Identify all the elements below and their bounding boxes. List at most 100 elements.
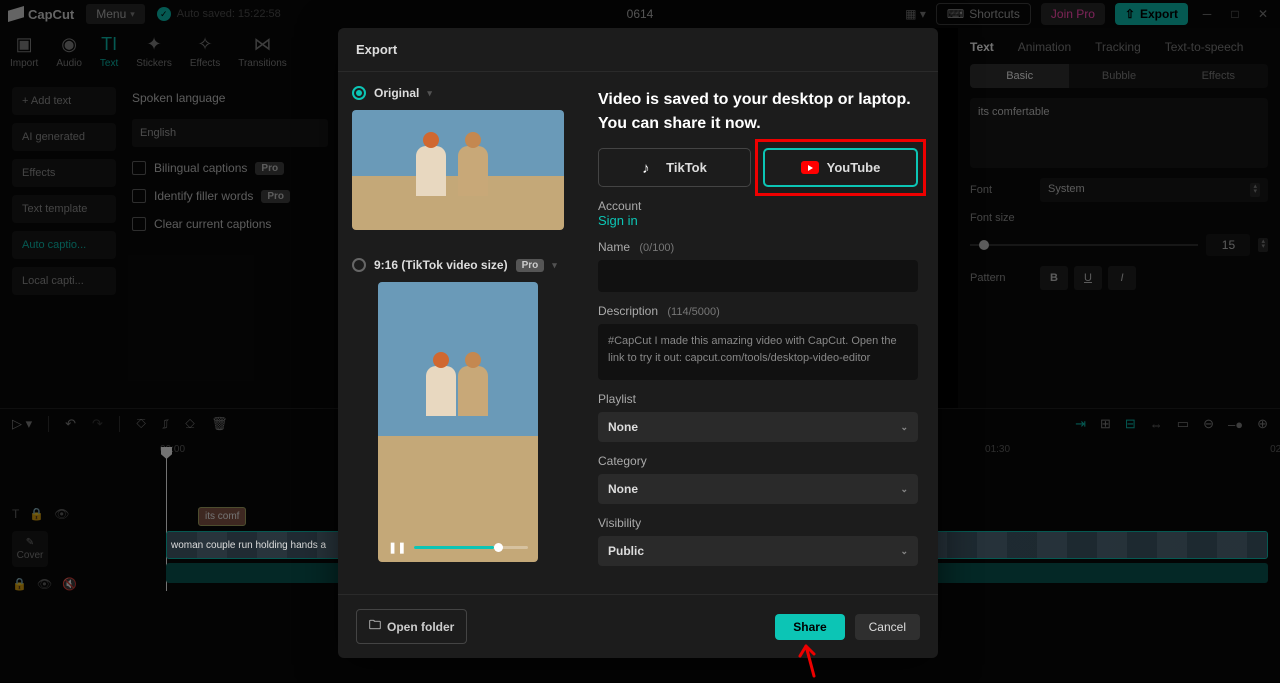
- split-left-button[interactable]: ⎎: [162, 416, 169, 432]
- fontsize-slider[interactable]: [970, 244, 1198, 246]
- export-button[interactable]: ⇧ Export: [1115, 3, 1188, 25]
- minimize-button[interactable]: ─: [1198, 5, 1216, 23]
- fontsize-input[interactable]: 15: [1206, 234, 1250, 256]
- text-icon: TI: [101, 34, 117, 55]
- inspector-panel: Text Animation Tracking Text-to-speech B…: [958, 28, 1280, 408]
- account-label: Account: [598, 199, 918, 213]
- tl-tool-4[interactable]: ⇔: [1150, 417, 1163, 432]
- tiktok-size-option[interactable]: 9:16 (TikTok video size) Pro ▾: [352, 258, 564, 272]
- playlist-select[interactable]: None⌄: [598, 412, 918, 442]
- menu-auto-captions[interactable]: Auto captio...: [12, 231, 116, 259]
- account-section: Account Sign in: [598, 199, 918, 228]
- tab-animation[interactable]: Animation: [1018, 40, 1071, 54]
- subtab-basic[interactable]: Basic: [970, 64, 1069, 88]
- original-option[interactable]: Original ▾: [352, 86, 564, 100]
- tl-tool-1[interactable]: ⇥: [1075, 416, 1086, 432]
- text-content-input[interactable]: its comfertable: [970, 98, 1268, 168]
- tiktok-thumbnail[interactable]: ❚❚: [378, 282, 538, 562]
- category-select[interactable]: None⌄: [598, 474, 918, 504]
- eye-icon[interactable]: 👁: [54, 507, 69, 521]
- filler-checkbox[interactable]: Identify filler words Pro: [132, 189, 328, 203]
- redo-button[interactable]: ↷: [92, 416, 103, 432]
- category-section: Category None⌄: [598, 454, 918, 504]
- italic-button[interactable]: I: [1108, 266, 1136, 290]
- cover-button[interactable]: ✎ Cover: [12, 531, 48, 567]
- pattern-row: Pattern B U I: [970, 266, 1268, 290]
- shortcuts-button[interactable]: ⌨ Shortcuts: [936, 3, 1031, 25]
- menu-ai-generated[interactable]: AI generated: [12, 123, 116, 151]
- close-button[interactable]: ✕: [1254, 5, 1272, 23]
- menu-button[interactable]: Menu ▾: [86, 4, 145, 24]
- chevron-down-icon: ▾: [130, 9, 135, 20]
- chevron-updown-icon[interactable]: ▴▾: [1258, 238, 1268, 252]
- modal-footer: 🗀 Open folder Share Cancel: [338, 594, 938, 658]
- bilingual-checkbox[interactable]: Bilingual captions Pro: [132, 161, 328, 175]
- font-select[interactable]: System▴▾: [1040, 178, 1268, 202]
- text-clip[interactable]: its comf: [198, 507, 246, 526]
- tab-audio[interactable]: ◉Audio: [56, 34, 82, 69]
- text-menu-list: + Add text AI generated Effects Text tem…: [8, 83, 120, 299]
- tiktok-button[interactable]: TikTok: [598, 148, 751, 187]
- youtube-icon: [801, 161, 819, 174]
- signin-link[interactable]: Sign in: [598, 213, 918, 228]
- tab-text[interactable]: TIText: [100, 34, 118, 69]
- modal-title: Export: [338, 28, 938, 72]
- app-name: CapCut: [28, 7, 74, 22]
- chevron-down-icon: ⌄: [900, 484, 908, 495]
- menu-add-text[interactable]: + Add text: [12, 87, 116, 115]
- tab-tts[interactable]: Text-to-speech: [1165, 40, 1244, 54]
- tab-effects[interactable]: ✧Effects: [190, 34, 220, 69]
- zoom-slider[interactable]: –●: [1228, 417, 1243, 432]
- eye-icon[interactable]: 👁: [37, 577, 52, 591]
- delete-button[interactable]: 🗑: [211, 416, 228, 432]
- desc-input[interactable]: #CapCut I made this amazing video with C…: [598, 324, 918, 380]
- underline-button[interactable]: U: [1074, 266, 1102, 290]
- menu-local-captions[interactable]: Local capti...: [12, 267, 116, 295]
- lock-icon[interactable]: 🔒: [29, 507, 44, 521]
- join-pro-button[interactable]: Join Pro: [1041, 3, 1105, 25]
- bold-button[interactable]: B: [1040, 266, 1068, 290]
- zoom-out-button[interactable]: ⊖: [1203, 416, 1214, 432]
- subtab-bubble[interactable]: Bubble: [1069, 64, 1168, 88]
- tab-text[interactable]: Text: [970, 40, 994, 54]
- pro-badge: Pro: [261, 190, 290, 203]
- original-thumbnail[interactable]: [352, 110, 564, 230]
- split-right-button[interactable]: ⎐: [185, 416, 195, 432]
- check-icon: ✓: [157, 7, 171, 21]
- cancel-button[interactable]: Cancel: [855, 614, 920, 640]
- menu-text-template[interactable]: Text template: [12, 195, 116, 223]
- open-folder-button[interactable]: 🗀 Open folder: [356, 609, 467, 644]
- undo-button[interactable]: ↶: [65, 416, 76, 432]
- pause-icon[interactable]: ❚❚: [388, 541, 406, 554]
- slider-thumb[interactable]: [979, 240, 989, 250]
- zoom-in-button[interactable]: ⊕: [1257, 416, 1268, 432]
- tab-stickers[interactable]: ✦Stickers: [136, 34, 172, 69]
- clear-checkbox[interactable]: Clear current captions: [132, 217, 328, 231]
- share-button[interactable]: Share: [775, 614, 844, 640]
- tab-transitions[interactable]: ⋈Transitions: [238, 34, 287, 69]
- tl-tool-5[interactable]: ▭: [1177, 416, 1189, 432]
- pattern-buttons: B U I: [1040, 266, 1136, 290]
- maximize-button[interactable]: □: [1226, 5, 1244, 23]
- lock-icon[interactable]: 🔒: [12, 577, 27, 591]
- youtube-button[interactable]: YouTube: [763, 148, 918, 187]
- text-track-controls: T 🔒 👁: [12, 507, 112, 521]
- visibility-select[interactable]: Public⌄: [598, 536, 918, 566]
- tl-tool-3[interactable]: ⊟: [1125, 416, 1136, 432]
- name-input[interactable]: [598, 260, 918, 292]
- text-track-icon[interactable]: T: [12, 507, 19, 521]
- export-label: Export: [1140, 7, 1178, 21]
- mute-icon[interactable]: 🔇: [62, 577, 77, 591]
- saved-message: Video is saved to your desktop or laptop…: [598, 88, 918, 136]
- cursor-tool[interactable]: ▷ ▾: [12, 416, 32, 432]
- spoken-language-select[interactable]: English: [132, 119, 328, 147]
- tab-tracking[interactable]: Tracking: [1095, 40, 1141, 54]
- tl-tool-2[interactable]: ⊞: [1100, 416, 1111, 432]
- timeline-toolbar-right: ⇥ ⊞ ⊟ ⇔ ▭ ⊖ –● ⊕: [1075, 416, 1268, 432]
- tab-import[interactable]: ▣Import: [10, 34, 38, 69]
- thumb-progress[interactable]: [414, 546, 528, 549]
- menu-effects[interactable]: Effects: [12, 159, 116, 187]
- subtab-effects[interactable]: Effects: [1169, 64, 1268, 88]
- split-button[interactable]: ⎏: [136, 416, 146, 432]
- layout-icon[interactable]: ▦ ▾: [905, 7, 926, 21]
